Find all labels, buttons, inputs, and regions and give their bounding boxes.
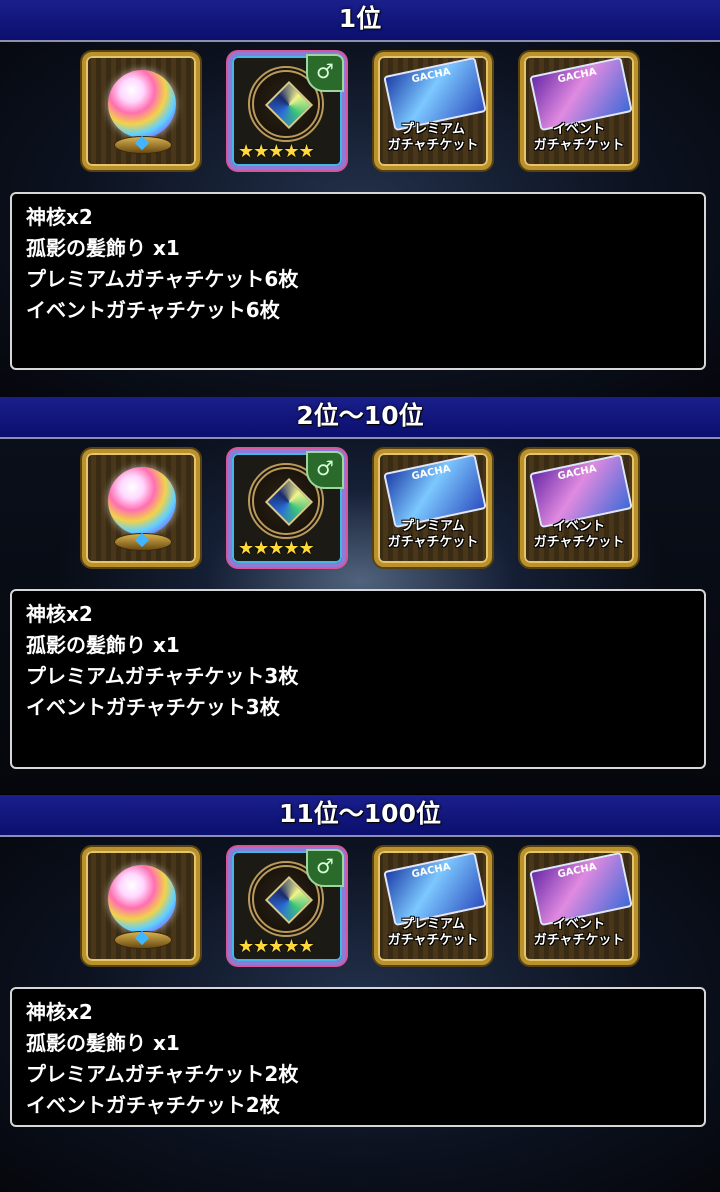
ticket-label: イベント ガチャチケット	[533, 519, 625, 550]
reward-panel: ♂ ★★★★★ GACHA プレミアム ガチャチケット GACHA イベント ガチャチケッ…	[0, 837, 720, 1192]
reward-icons-row: ♂ ★★★★★ GACHA プレミアム ガチャチケット GACHA イベント ガチャチケッ…	[82, 847, 642, 972]
ticket-word: GACHA	[410, 861, 452, 881]
reward-line: 神核x2	[26, 205, 93, 229]
reward-icons-row: ♂ ★★★★★ GACHA プレミアム ガチャチケット GACHA イベント ガチャチケッ…	[82, 52, 642, 177]
event-ticket-item[interactable]: GACHA イベント ガチャチケット	[520, 847, 638, 965]
hair-ornament-item[interactable]: ♂ ★★★★★	[228, 52, 346, 170]
reward-line: 神核x2	[26, 602, 93, 626]
ticket-label: イベント ガチャチケット	[533, 122, 625, 153]
rank-header: 2位～10位	[0, 397, 720, 439]
orb-sphere	[108, 865, 176, 933]
orb-sphere	[108, 70, 176, 138]
equipment-type-icon: ♂	[306, 451, 344, 489]
rarity-stars: ★★★★★	[238, 936, 315, 957]
reward-line: 神核x2	[26, 1000, 93, 1024]
reward-tier: 2位～10位 ♂ ★★★★★ GACHA プレミアム ガチャチケット GACHA イベント …	[0, 397, 720, 794]
ticket-label: プレミアム ガチャチケット	[387, 122, 479, 153]
reward-description: 神核x2 孤影の髪飾り x1 プレミアムガチャチケット3枚 イベントガチャチケット3枚	[10, 589, 706, 769]
rank-header: 1位	[0, 0, 720, 42]
premium-ticket-item[interactable]: GACHA プレミアム ガチャチケット	[374, 449, 492, 567]
reward-line: 孤影の髪飾り x1	[26, 236, 180, 260]
reward-tier: 11位～100位 ♂ ★★★★★ GACHA プレミアム ガチャチケット GACHA イベン…	[0, 795, 720, 1192]
equipment-type-icon: ♂	[306, 54, 344, 92]
reward-tier: 1位 ♂ ★★★★★ GACHA プレミアム ガチャチケット GACHA イベント ガチャチ…	[0, 0, 720, 397]
ticket-label: イベント ガチャチケット	[533, 917, 625, 948]
ticket-label: プレミアム ガチャチケット	[387, 917, 479, 948]
rarity-stars: ★★★★★	[238, 538, 315, 559]
equipment-type-icon: ♂	[306, 849, 344, 887]
reward-icons-row: ♂ ★★★★★ GACHA プレミアム ガチャチケット GACHA イベント ガチャチケッ…	[82, 449, 642, 574]
reward-line: イベントガチャチケット2枚	[26, 1093, 280, 1117]
ticket-word: GACHA	[410, 66, 452, 86]
orb-sphere	[108, 467, 176, 535]
reward-line: プレミアムガチャチケット6枚	[26, 267, 299, 291]
sphere-item[interactable]	[82, 449, 200, 567]
gacha-ticket-icon: GACHA	[383, 851, 487, 927]
gacha-ticket-icon: GACHA	[529, 56, 633, 132]
sphere-item[interactable]	[82, 52, 200, 170]
gacha-ticket-icon: GACHA	[383, 453, 487, 529]
ticket-label: プレミアム ガチャチケット	[387, 519, 479, 550]
reward-panel: ♂ ★★★★★ GACHA プレミアム ガチャチケット GACHA イベント ガチャチケッ…	[0, 439, 720, 794]
rarity-stars: ★★★★★	[238, 141, 315, 162]
gacha-ticket-icon: GACHA	[529, 453, 633, 529]
ticket-word: GACHA	[556, 463, 598, 483]
rank-header: 11位～100位	[0, 795, 720, 837]
reward-line: イベントガチャチケット6枚	[26, 298, 280, 322]
reward-description: 神核x2 孤影の髪飾り x1 プレミアムガチャチケット2枚 イベントガチャチケット2枚	[10, 987, 706, 1127]
hair-ornament-item[interactable]: ♂ ★★★★★	[228, 847, 346, 965]
ticket-word: GACHA	[556, 861, 598, 881]
reward-line: プレミアムガチャチケット2枚	[26, 1062, 299, 1086]
ticket-word: GACHA	[556, 66, 598, 86]
reward-panel: ♂ ★★★★★ GACHA プレミアム ガチャチケット GACHA イベント ガチャチケッ…	[0, 42, 720, 397]
sphere-item[interactable]	[82, 847, 200, 965]
premium-ticket-item[interactable]: GACHA プレミアム ガチャチケット	[374, 52, 492, 170]
reward-description: 神核x2 孤影の髪飾り x1 プレミアムガチャチケット6枚 イベントガチャチケット6枚	[10, 192, 706, 370]
reward-line: イベントガチャチケット3枚	[26, 695, 280, 719]
hair-ornament-item[interactable]: ♂ ★★★★★	[228, 449, 346, 567]
event-ticket-item[interactable]: GACHA イベント ガチャチケット	[520, 449, 638, 567]
event-ticket-item[interactable]: GACHA イベント ガチャチケット	[520, 52, 638, 170]
premium-ticket-item[interactable]: GACHA プレミアム ガチャチケット	[374, 847, 492, 965]
reward-line: 孤影の髪飾り x1	[26, 1031, 180, 1055]
gacha-ticket-icon: GACHA	[529, 851, 633, 927]
reward-line: プレミアムガチャチケット3枚	[26, 664, 299, 688]
reward-line: 孤影の髪飾り x1	[26, 633, 180, 657]
gacha-ticket-icon: GACHA	[383, 56, 487, 132]
ticket-word: GACHA	[410, 463, 452, 483]
